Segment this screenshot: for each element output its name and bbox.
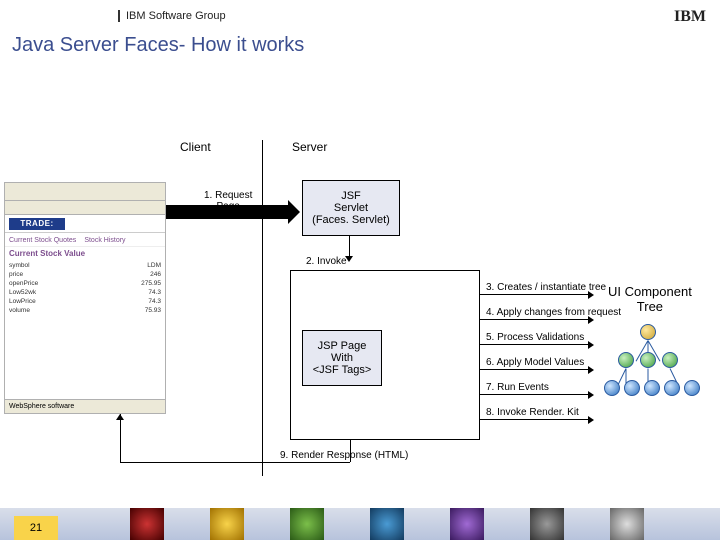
servlet-l2: Servlet [334,202,368,214]
step-1-label: 1. RequestPage [204,190,252,212]
cell: LDM [147,262,161,269]
tree-mid [662,352,678,368]
step-2-label: 2. Invoke [306,256,347,267]
client-server-divider [262,140,263,476]
step-8-arrow [480,419,588,420]
page-number: 21 [14,516,58,540]
cell: 275.95 [141,280,161,287]
step-9-label: 9. Render Response (HTML) [280,450,408,461]
cell: 74.3 [148,289,161,296]
tree-mid [640,352,656,368]
step-6-arrow [480,369,588,370]
step-3-arrow [480,294,588,295]
step-7-label: 7. Run Events [486,382,549,393]
cell: 74.3 [148,298,161,305]
footer-bar: 21 [0,508,720,540]
cell: symbol [9,262,30,269]
footer-deco-2 [210,508,244,540]
jsp-l3: <JSF Tags> [313,364,372,376]
tree-root [640,324,656,340]
cell: Low52wk [9,289,36,296]
tree-leaf [604,380,620,396]
step-4-label: 4. Apply changes from request [486,307,621,318]
ui-component-tree-label: UI ComponentTree [608,284,692,314]
step-4-arrow [480,319,588,320]
ibm-logo: IBM [674,8,706,26]
render-arrowhead [116,414,124,420]
footer-deco-7 [610,508,644,540]
client-column-label: Client [180,140,211,154]
software-group-label: IBM Software Group [118,10,226,22]
render-line-up [120,414,121,462]
jsp-page-box: JSP Page With <JSF Tags> [302,330,382,386]
step-7-arrow [480,394,588,395]
footer-deco-6 [530,508,564,540]
invoke-line-v [349,236,350,256]
tree-leaf [624,380,640,396]
browser-tab-history: Stock History [84,237,125,244]
cell: price [9,271,23,278]
step-5-label: 5. Process Validations [486,332,584,343]
cell: LowPrice [9,298,36,305]
page-title: Java Server Faces- How it works [12,34,304,57]
cell: 75.93 [145,307,161,314]
cell: 246 [150,271,161,278]
browser-tab-quotes: Current Stock Quotes [9,237,76,244]
footer-deco-3 [290,508,324,540]
footer-deco-4 [370,508,404,540]
trade-banner: TRADE: [9,218,65,230]
servlet-l3: (Faces. Servlet) [312,214,390,226]
footer-deco-1 [130,508,164,540]
render-line-across [120,462,350,463]
server-column-label: Server [292,140,327,154]
top-bar: IBM Software Group IBM [0,8,720,30]
browser-footer: WebSphere software [5,399,165,413]
cell: volume [9,307,30,314]
browser-banner: TRADE: [5,215,165,233]
step-8-label: 8. Invoke Render. Kit [486,407,579,418]
browser-addressbar [5,201,165,215]
browser-tabs: Current Stock Quotes Stock History [5,233,165,246]
browser-mock: TRADE: Current Stock Quotes Stock Histor… [4,182,166,414]
cell: openPrice [9,280,38,287]
step-5-arrow [480,344,588,345]
tree-leaf [644,380,660,396]
browser-section-title: Current Stock Value [5,246,165,261]
jsp-l2: With [331,352,353,364]
tree-leaf [664,380,680,396]
footer-deco-5 [450,508,484,540]
jsf-servlet-box: JSF Servlet (Faces. Servlet) [302,180,400,236]
step-3-label: 3. Creates / instantiate tree [486,282,606,293]
servlet-l1: JSF [341,190,361,202]
step-6-label: 6. Apply Model Values [486,357,584,368]
browser-toolbar [5,183,165,201]
tree-leaf [684,380,700,396]
browser-table: symbol LDM price 246 openPrice 275.95 Low52… [5,261,165,315]
jsp-l1: JSP Page [318,340,367,352]
tree-mid [618,352,634,368]
